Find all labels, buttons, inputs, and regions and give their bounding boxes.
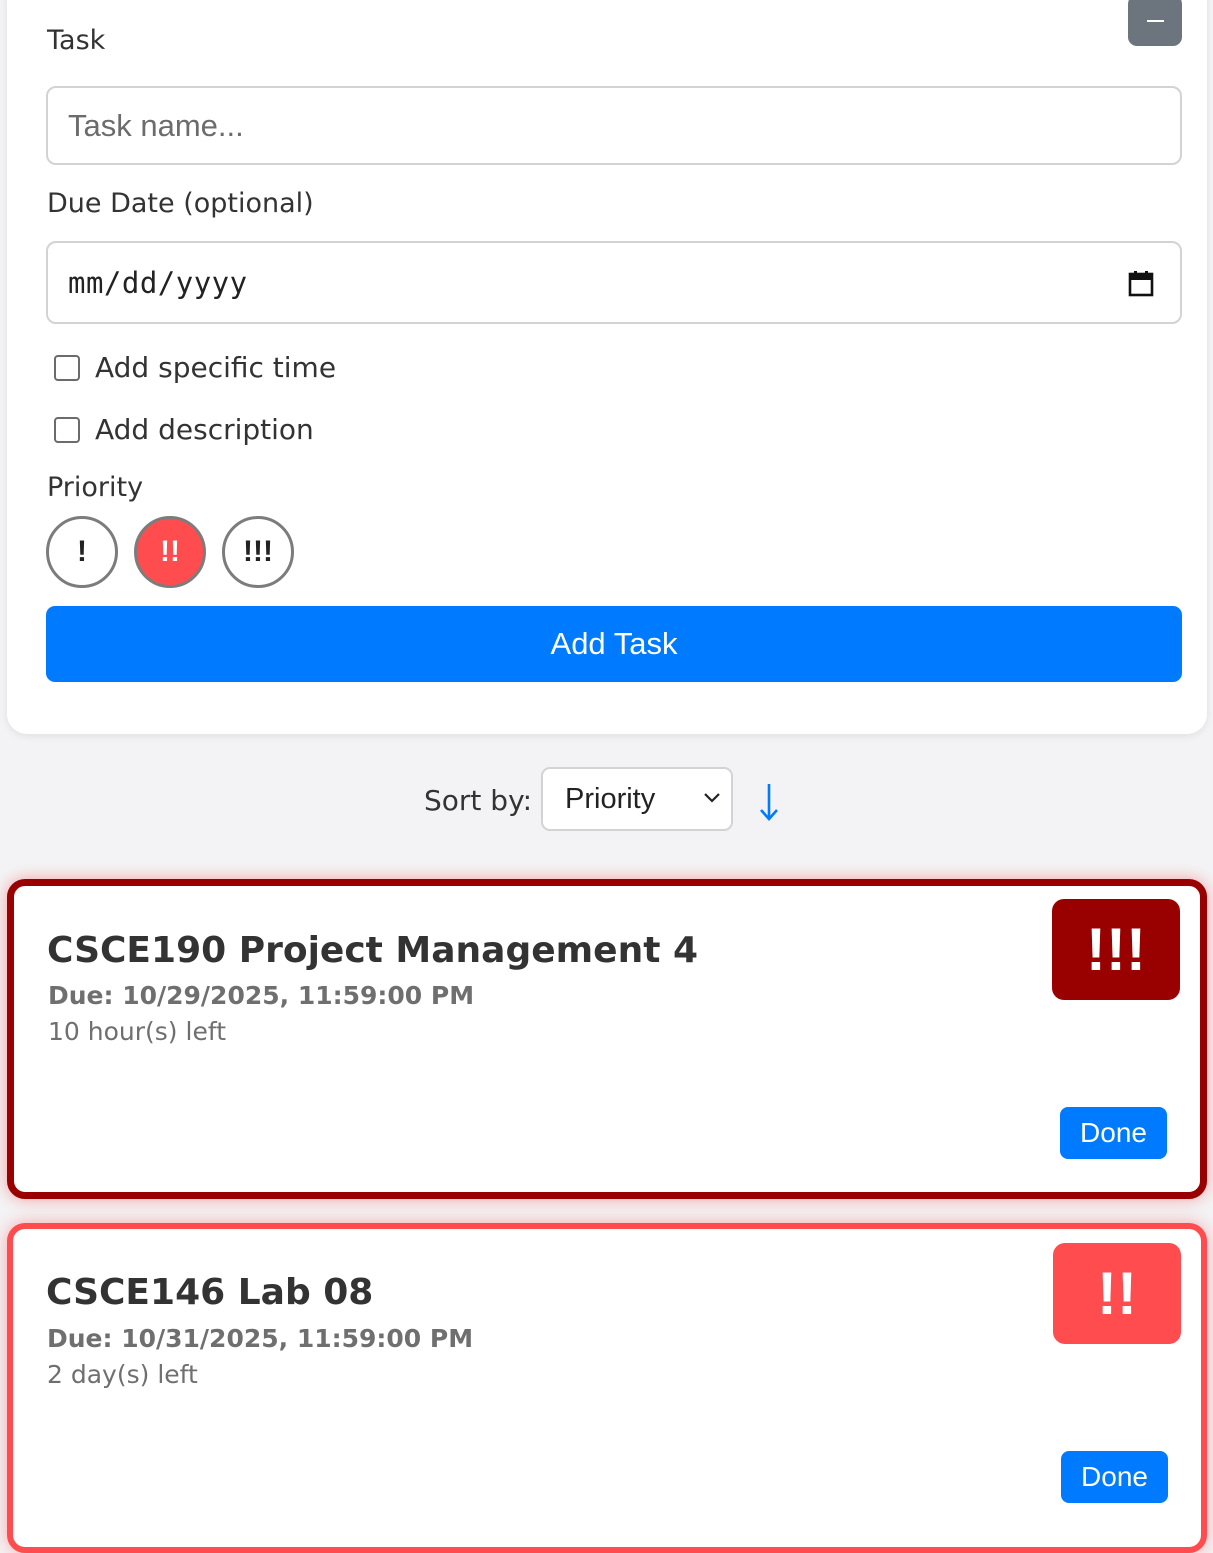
collapse-button[interactable] [1128,0,1182,46]
priority-label: Priority [47,472,144,503]
description-row[interactable]: Add description [54,413,314,446]
done-button[interactable]: Done [1060,1107,1167,1159]
specific-time-label: Add specific time [95,351,337,384]
done-button[interactable]: Done [1061,1451,1168,1503]
priority-medium-button[interactable]: !! [134,516,206,588]
priority-high-button[interactable]: !!! [222,516,294,588]
sort-by-label: Sort by: [424,784,533,817]
add-task-button[interactable]: Add Task [46,606,1182,682]
sort-select[interactable]: Priority [541,767,733,831]
priority-badge: !!! [1052,899,1180,1000]
task-due-date: Due: 10/31/2025, 11:59:00 PM [47,1324,474,1353]
chevron-down-icon [704,793,720,803]
task-card: CSCE146 Lab 08 Due: 10/31/2025, 11:59:00… [7,1223,1207,1553]
task-name-placeholder: Task name... [68,107,244,143]
add-task-form: Task Task name... Due Date (optional) mm… [7,0,1207,734]
task-title: CSCE146 Lab 08 [46,1272,374,1313]
due-date-input[interactable]: mm/dd/yyyy [46,241,1182,324]
due-date-label: Due Date (optional) [47,188,314,219]
task-title: CSCE190 Project Management 4 [47,930,698,971]
minus-icon [1146,19,1164,22]
due-date-value: mm/dd/yyyy [68,265,248,300]
task-due-date: Due: 10/29/2025, 11:59:00 PM [48,981,475,1010]
calendar-icon[interactable] [1128,270,1154,297]
task-time-left: 10 hour(s) left [48,1017,226,1046]
description-label: Add description [95,413,314,446]
specific-time-row[interactable]: Add specific time [54,351,336,384]
description-checkbox[interactable] [54,416,80,443]
task-label: Task [47,25,106,56]
arrow-down-icon[interactable] [758,782,780,822]
specific-time-checkbox[interactable] [54,354,80,381]
task-card: CSCE190 Project Management 4 Due: 10/29/… [7,879,1207,1199]
task-name-input[interactable]: Task name... [46,86,1182,165]
priority-badge: !! [1053,1243,1181,1344]
sort-selected-value: Priority [565,782,656,815]
priority-low-button[interactable]: ! [46,516,118,588]
task-time-left: 2 day(s) left [47,1360,198,1389]
